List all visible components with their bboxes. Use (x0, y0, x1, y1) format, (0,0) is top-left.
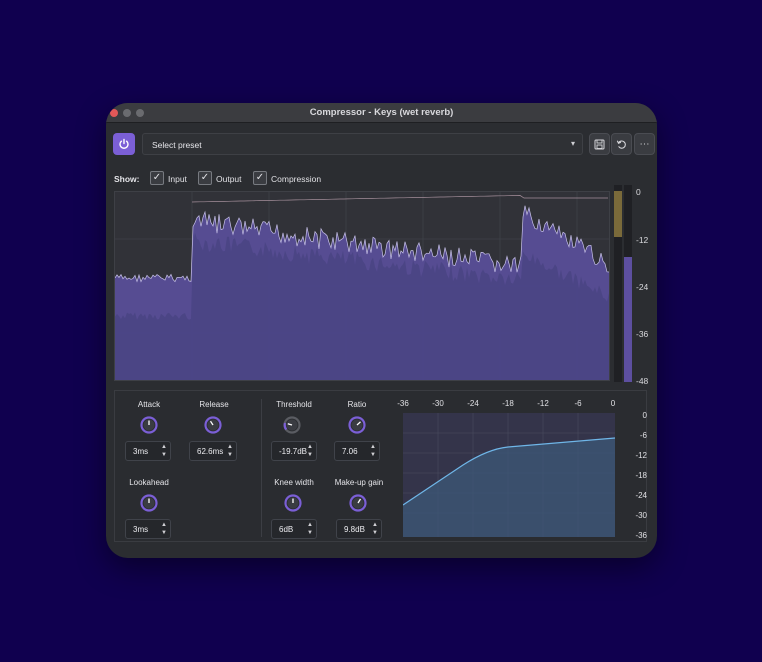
compression-checkbox-label: Compression (271, 174, 322, 184)
makeup-gain-label: Make-up gain (334, 478, 384, 487)
curve-y-tick: 0 (642, 411, 647, 420)
save-preset-button[interactable] (589, 133, 610, 155)
threshold-stepper[interactable]: -19.7dB ▲ ▼ (271, 441, 317, 461)
curve-y-tick: -12 (635, 451, 647, 460)
release-label: Release (199, 400, 229, 409)
compressor-window: Compressor - Keys (wet reverb) Select pr… (106, 103, 657, 558)
stepper-arrows-icon[interactable]: ▲ ▼ (372, 521, 378, 537)
knee-width-stepper[interactable]: 6dB ▲ ▼ (271, 519, 317, 539)
meter-tick: -12 (636, 235, 649, 245)
release-value: 62.6ms (197, 447, 224, 456)
chevron-down-icon: ▾ (570, 139, 575, 148)
meter-tick: -24 (636, 282, 649, 292)
attack-knob[interactable] (140, 416, 158, 434)
release-knob[interactable] (204, 416, 222, 434)
makeup-gain-stepper[interactable]: 9.8dB ▲ ▼ (336, 519, 382, 539)
ratio-label: Ratio (347, 400, 367, 409)
more-options-button[interactable]: ⋯ (634, 133, 655, 155)
knee-width-knob[interactable] (284, 494, 302, 512)
curve-x-tick: -12 (537, 399, 549, 408)
lookahead-stepper[interactable]: 3ms ▲ ▼ (125, 519, 171, 539)
stepper-arrows-icon[interactable]: ▲ ▼ (370, 443, 376, 459)
ratio-value: 7.06 (342, 447, 358, 456)
makeup-gain-knob[interactable] (349, 494, 367, 512)
stepper-arrows-icon[interactable]: ▲ ▼ (161, 521, 167, 537)
undo-icon (616, 139, 626, 149)
reset-button[interactable] (611, 133, 632, 155)
curve-x-tick: 0 (610, 399, 616, 408)
release-stepper[interactable]: 62.6ms ▲ ▼ (189, 441, 237, 461)
stepper-arrows-icon[interactable]: ▲ ▼ (227, 443, 233, 459)
save-icon (594, 139, 605, 149)
curve-x-tick: -36 (397, 399, 409, 408)
preset-select[interactable]: Select preset ▾ (142, 133, 583, 155)
stepper-arrows-icon[interactable]: ▲ ▼ (307, 521, 313, 537)
attack-stepper[interactable]: 3ms ▲ ▼ (125, 441, 171, 461)
meter-tick: -36 (636, 329, 649, 339)
bypass-power-button[interactable] (113, 133, 135, 155)
output-checkbox[interactable]: ✓ (198, 171, 212, 185)
lookahead-value: 3ms (133, 525, 149, 534)
curve-y-tick: -24 (635, 491, 647, 500)
toolbar: Select preset ▾ ⋯ (113, 133, 655, 155)
output-level-meter (624, 185, 632, 382)
curve-y-tick: -6 (639, 431, 647, 440)
window-title: Compressor - Keys (wet reverb) (309, 107, 454, 118)
threshold-knob[interactable] (283, 416, 301, 434)
curve-y-tick: -30 (635, 511, 647, 520)
more-icon: ⋯ (639, 138, 650, 150)
attack-value: 3ms (133, 447, 149, 456)
input-checkbox[interactable]: ✓ (150, 171, 164, 185)
compression-checkbox[interactable]: ✓ (253, 171, 267, 185)
input-checkbox-label: Input (168, 174, 187, 184)
divider (261, 399, 262, 537)
transfer-curve (403, 413, 615, 537)
curve-x-tick: -24 (467, 399, 479, 408)
attack-label: Attack (137, 400, 161, 409)
compression-line (191, 195, 608, 203)
waveform-display (114, 191, 610, 381)
lookahead-knob[interactable] (140, 494, 158, 512)
stepper-arrows-icon[interactable]: ▲ ▼ (307, 443, 313, 459)
output-checkbox-label: Output (216, 174, 242, 184)
ratio-knob[interactable] (348, 416, 366, 434)
threshold-value: -19.7dB (279, 447, 308, 456)
preset-select-label: Select preset (152, 140, 202, 150)
ratio-stepper[interactable]: 7.06 ▲ ▼ (334, 441, 380, 461)
gain-reduction-meter (614, 185, 622, 382)
curve-x-tick: -30 (432, 399, 444, 408)
meter-tick: 0 (636, 187, 641, 197)
curve-y-tick: -18 (635, 471, 647, 480)
power-icon (119, 138, 129, 149)
curve-y-tick: -36 (635, 531, 647, 540)
controls-panel: Attack 3ms ▲ ▼ Release 62.6ms ▲ ▼ Lookahea… (114, 390, 647, 542)
title-bar: Compressor - Keys (wet reverb) (106, 103, 657, 123)
waveform-svg (114, 192, 610, 380)
threshold-label: Threshold (276, 400, 312, 409)
stepper-arrows-icon[interactable]: ▲ ▼ (161, 443, 167, 459)
curve-x-tick: -6 (574, 399, 582, 408)
knee-width-value: 6dB (279, 525, 294, 534)
knee-width-label: Knee width (274, 478, 314, 487)
curve-x-tick: -18 (502, 399, 514, 408)
makeup-gain-value: 9.8dB (344, 525, 365, 534)
meter-tick: -48 (636, 376, 649, 386)
lookahead-label: Lookahead (129, 478, 169, 487)
show-label: Show: (114, 174, 140, 184)
